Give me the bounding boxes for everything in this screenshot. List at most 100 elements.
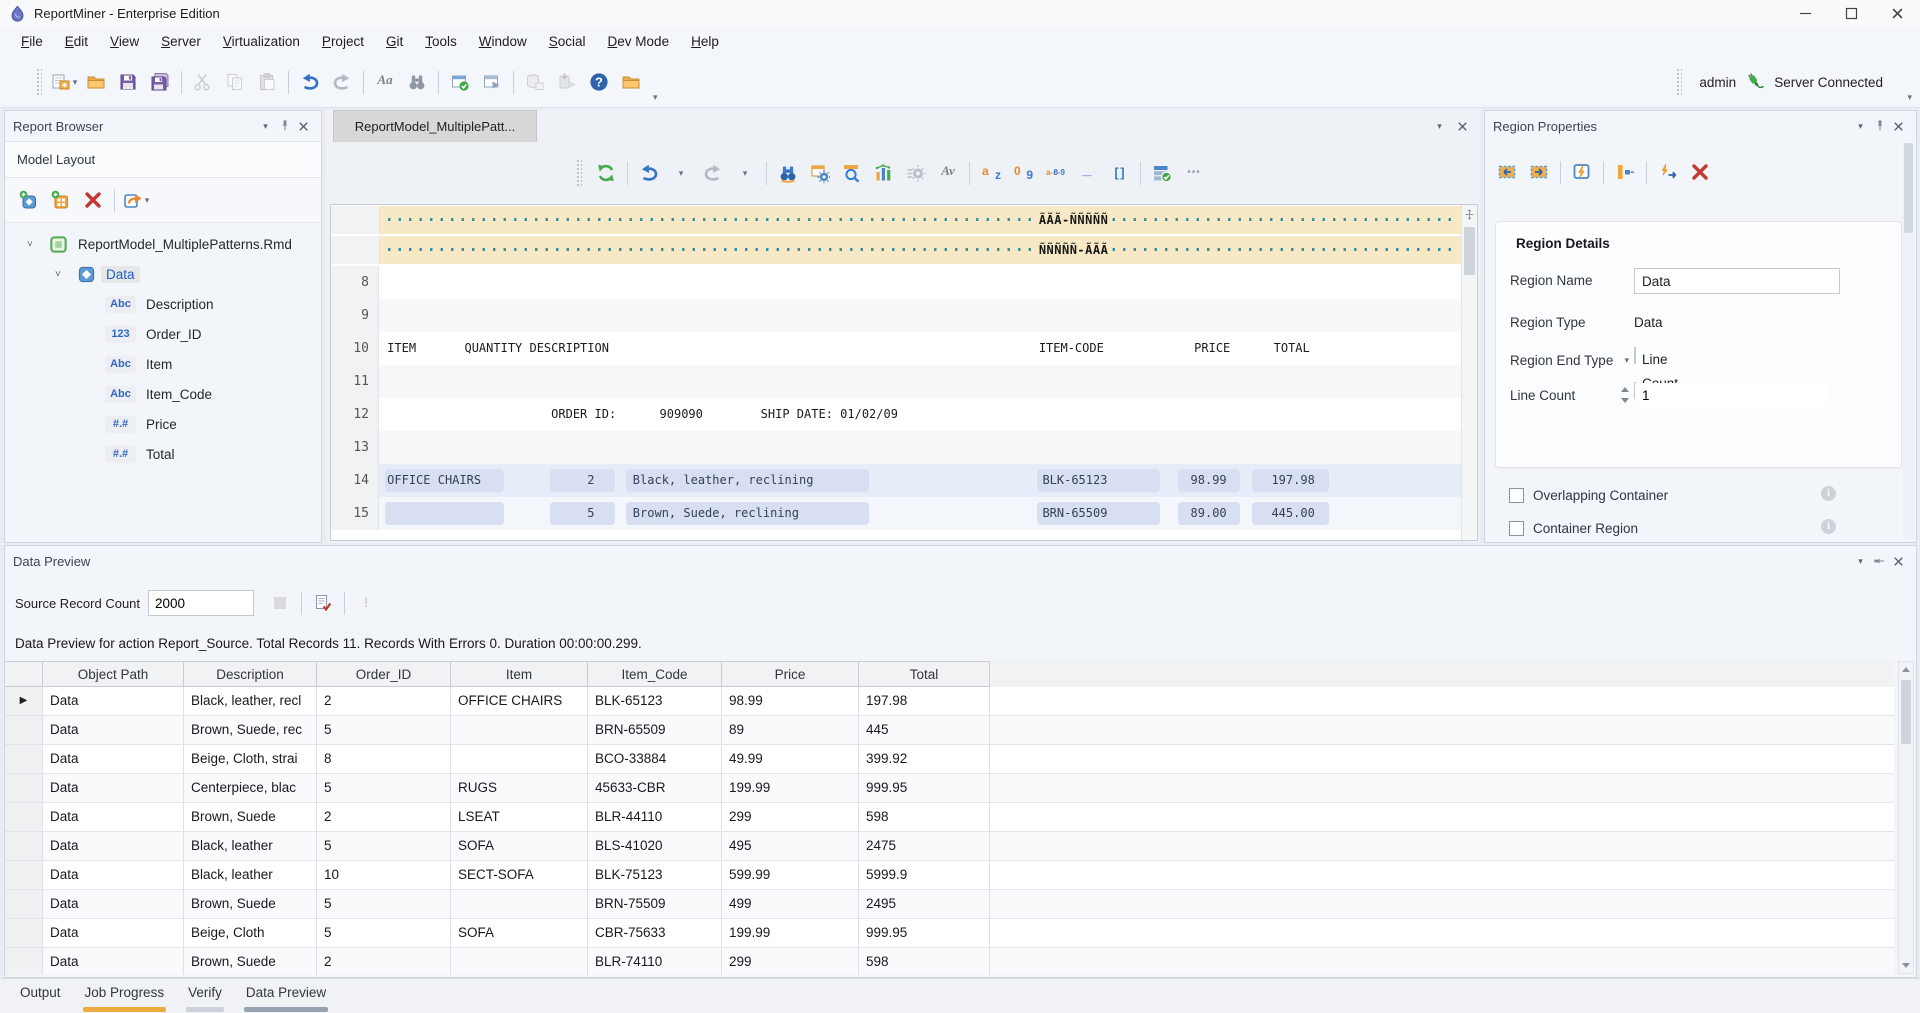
report-line[interactable]: 10ITEMQUANTITYDESCRIPTIONITEM-CODEPRICET…	[331, 332, 1462, 365]
grid-column-header[interactable]: Description	[184, 661, 317, 687]
panel-menu-button[interactable]: ▾	[1851, 117, 1870, 135]
undo-button[interactable]	[295, 67, 325, 97]
apply-pattern-button[interactable]	[1653, 157, 1683, 187]
paste-button[interactable]	[252, 67, 282, 97]
auto-create-fields-button[interactable]	[805, 158, 835, 188]
region-name-input[interactable]	[1634, 268, 1840, 294]
redo-dropdown[interactable]: ▾	[730, 158, 760, 188]
refresh-button[interactable]	[591, 158, 621, 188]
grid-column-header[interactable]: Total	[859, 661, 990, 687]
delete-node-button[interactable]	[78, 185, 108, 215]
redo-button[interactable]	[327, 67, 357, 97]
verify-window-button[interactable]	[445, 67, 475, 97]
copy-button[interactable]	[220, 67, 250, 97]
tab-list-button[interactable]: ▾	[1430, 117, 1449, 135]
menu-item-dev-mode[interactable]: Dev Mode	[597, 34, 681, 49]
pin-button[interactable]	[1870, 552, 1889, 570]
add-field-button[interactable]	[46, 185, 76, 215]
match-whitespace-button[interactable]: _	[1072, 158, 1102, 188]
report-line[interactable]: 155Brown, Suede, recliningBRN-6550989.00…	[331, 497, 1462, 530]
match-numeric-button[interactable]: 09	[1008, 158, 1038, 188]
panel-menu-button[interactable]: ▾	[256, 117, 275, 135]
scrollbar-thumb[interactable]	[1904, 143, 1913, 233]
tree-node-report-model[interactable]: ˅ReportModel_MultiplePatterns.Rmd	[5, 229, 321, 259]
grid-column-header[interactable]: Item_Code	[588, 661, 722, 687]
grid-vertical-scrollbar[interactable]	[1898, 661, 1914, 974]
tree-node-order-id[interactable]: 123Order_ID	[5, 319, 321, 349]
overlapping-container-checkbox[interactable]	[1509, 488, 1524, 503]
menu-item-view[interactable]: View	[99, 34, 150, 49]
find-button[interactable]	[402, 67, 432, 97]
document-tab[interactable]: ReportModel_MultiplePatt...	[333, 110, 537, 142]
menu-item-window[interactable]: Window	[468, 34, 538, 49]
menu-item-project[interactable]: Project	[311, 34, 375, 49]
search-pattern-button[interactable]	[837, 158, 867, 188]
bottom-tab-data-preview[interactable]: Data Preview	[234, 979, 338, 1000]
bottom-tab-output[interactable]: Output	[8, 979, 73, 1000]
grid-column-header[interactable]: Object Path	[43, 661, 184, 687]
panel-scrollbar[interactable]	[1903, 143, 1914, 539]
pattern-row[interactable]: ÑÑÑÑÑ-ÃÃÃ	[331, 236, 1462, 264]
menu-item-tools[interactable]: Tools	[414, 34, 468, 49]
pin-button[interactable]	[275, 117, 294, 135]
grid-row[interactable]: DataCenterpiece, blac5RUGS45633-CBR199.9…	[5, 774, 1894, 803]
line-count-input[interactable]	[1635, 383, 1827, 407]
info-icon[interactable]: i	[1821, 519, 1836, 534]
menu-item-virtualization[interactable]: Virtualization	[212, 34, 311, 49]
open-button[interactable]	[81, 67, 111, 97]
scrollbar-thumb[interactable]	[1901, 680, 1911, 744]
field-highlight-box[interactable]	[550, 502, 615, 525]
line-count-stepper[interactable]	[1634, 382, 1636, 399]
delete-region-button[interactable]	[1685, 157, 1715, 187]
browse-button[interactable]	[616, 67, 646, 97]
panel-menu-button[interactable]: ▾	[1851, 552, 1870, 570]
grid-row[interactable]: DataBlack, leather10SECT-SOFABLK-7512359…	[5, 861, 1894, 890]
info-icon[interactable]: i	[1821, 486, 1836, 501]
report-line[interactable]: 12ORDER ID:909090SHIP DATE: 01/02/09	[331, 398, 1462, 431]
menu-item-edit[interactable]: Edit	[54, 34, 99, 49]
spin-up-button[interactable]	[1617, 384, 1633, 395]
field-highlight-box[interactable]	[550, 469, 615, 492]
save-all-button[interactable]	[145, 67, 175, 97]
toolbar-grip[interactable]	[36, 68, 42, 96]
grid-column-header[interactable]: Item	[451, 661, 588, 687]
tree-expander-icon[interactable]: ˅	[55, 269, 61, 280]
tree-node-price[interactable]: #.#Price	[5, 409, 321, 439]
run-window-button[interactable]	[477, 67, 507, 97]
grid-row[interactable]: DataBlack, leather5SOFABLS-410204952475	[5, 832, 1894, 861]
tree-node-data[interactable]: ˅Data	[5, 259, 321, 289]
splitter-handle-icon[interactable]	[1463, 207, 1476, 222]
next-region-button[interactable]	[1524, 157, 1554, 187]
export-model-button[interactable]: ▾	[121, 185, 151, 215]
spin-down-button[interactable]	[1617, 395, 1633, 406]
undo-button[interactable]	[634, 158, 664, 188]
menu-item-social[interactable]: Social	[538, 34, 597, 49]
refresh-preview-button[interactable]	[308, 588, 338, 618]
grid-column-header[interactable]: Price	[722, 661, 859, 687]
deploy-button[interactable]	[552, 67, 582, 97]
region-end-type-select[interactable]: Line Count ▾	[1634, 347, 1636, 364]
grid-row[interactable]: DataBrown, Suede2BLR-74110299598	[5, 948, 1894, 975]
redo-button[interactable]	[698, 158, 728, 188]
report-line[interactable]: 14OFFICE CHAIRS2Black, leather, reclinin…	[331, 464, 1462, 497]
edit-pattern-button[interactable]	[1567, 157, 1597, 187]
match-alphanumeric-button[interactable]: a-z0-9	[1040, 158, 1070, 188]
tree-node-item-code[interactable]: AbcItem_Code	[5, 379, 321, 409]
pattern-row[interactable]: ÃÃÃ-ÑÑÑÑÑ	[331, 206, 1462, 234]
report-line[interactable]: 8	[331, 266, 1462, 299]
toolbar-grip[interactable]	[576, 159, 582, 187]
help-button[interactable]	[584, 67, 614, 97]
grid-row[interactable]: DataBrown, Suede2LSEATBLR-44110299598	[5, 803, 1894, 832]
tab-close-button[interactable]	[1453, 117, 1472, 135]
menu-item-help[interactable]: Help	[680, 34, 730, 49]
close-button[interactable]	[1874, 0, 1920, 26]
find-button[interactable]	[773, 158, 803, 188]
grid-row[interactable]: DataBeige, Cloth, strai8BCO-3388449.9939…	[5, 745, 1894, 774]
font-style-button[interactable]: Av	[933, 158, 963, 188]
more-options-button[interactable]: •••	[1179, 158, 1209, 188]
font-button[interactable]: Aa	[370, 67, 400, 97]
report-line[interactable]: 13	[331, 431, 1462, 464]
warnings-button[interactable]: !	[351, 588, 381, 618]
field-highlight-box[interactable]	[385, 502, 504, 525]
new-report-button[interactable]: ▾	[49, 67, 79, 97]
